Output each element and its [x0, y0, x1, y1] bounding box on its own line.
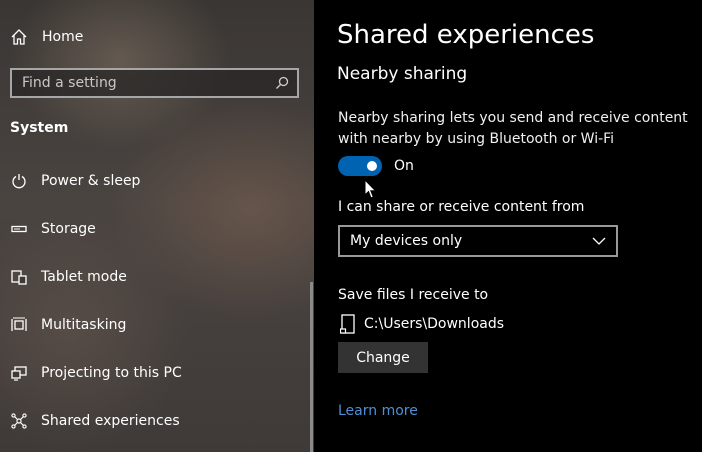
sidebar-item-power-sleep[interactable]: Power & sleep: [10, 169, 140, 193]
save-path-row: C:\Users\Downloads: [340, 314, 504, 334]
sidebar-item-label: Power & sleep: [41, 173, 141, 189]
sidebar-item-storage[interactable]: Storage: [10, 217, 96, 241]
storage-icon: [10, 220, 28, 238]
tablet-mode-icon: [10, 268, 28, 286]
change-button[interactable]: Change: [338, 342, 428, 373]
learn-more-link[interactable]: Learn more: [338, 403, 418, 419]
multitasking-icon: [10, 316, 28, 334]
sidebar-item-tablet-mode[interactable]: Tablet mode: [10, 265, 127, 289]
sidebar-item-label: Projecting to this PC: [41, 365, 182, 381]
device-icon: [340, 314, 355, 334]
home-nav-item[interactable]: Home: [10, 26, 83, 48]
description-text: Nearby sharing lets you send and receive…: [338, 110, 688, 147]
main-panel: Shared experiences Nearby sharing Nearby…: [314, 0, 702, 452]
shared-experiences-icon: [10, 412, 28, 430]
sidebar-item-shared-experiences[interactable]: Shared experiences: [10, 409, 180, 433]
search-icon[interactable]: [275, 76, 289, 90]
sidebar-item-multitasking[interactable]: Multitasking: [10, 313, 126, 337]
sidebar-item-label: Tablet mode: [41, 269, 127, 285]
sidebar: Home System Power & sleep Storage: [0, 0, 314, 452]
projecting-icon: [10, 364, 28, 382]
sidebar-item-label: Multitasking: [41, 317, 127, 333]
section-title: System: [10, 120, 69, 136]
save-location-label: Save files I receive to: [338, 287, 489, 303]
home-icon: [11, 29, 27, 45]
sidebar-item-projecting[interactable]: Projecting to this PC: [10, 361, 182, 385]
nearby-sharing-toggle[interactable]: [338, 156, 382, 176]
mouse-pointer-icon: [364, 179, 377, 199]
sidebar-scrollbar[interactable]: [310, 282, 313, 452]
toggle-state-label: On: [394, 158, 414, 174]
toggle-knob: [367, 161, 377, 171]
share-from-dropdown[interactable]: My devices only: [338, 225, 618, 257]
sidebar-item-label: Storage: [41, 221, 96, 237]
save-path: C:\Users\Downloads: [364, 316, 505, 332]
section-subtitle: Nearby sharing: [337, 64, 468, 84]
page-title: Shared experiences: [337, 20, 595, 50]
search-input[interactable]: [22, 75, 262, 91]
share-from-label: I can share or receive content from: [338, 199, 585, 215]
sidebar-item-label: Shared experiences: [41, 413, 180, 429]
dropdown-selected-value: My devices only: [350, 233, 463, 249]
home-label: Home: [42, 29, 84, 45]
search-box[interactable]: [10, 68, 299, 98]
power-icon: [10, 172, 28, 190]
chevron-down-icon: [592, 237, 606, 245]
